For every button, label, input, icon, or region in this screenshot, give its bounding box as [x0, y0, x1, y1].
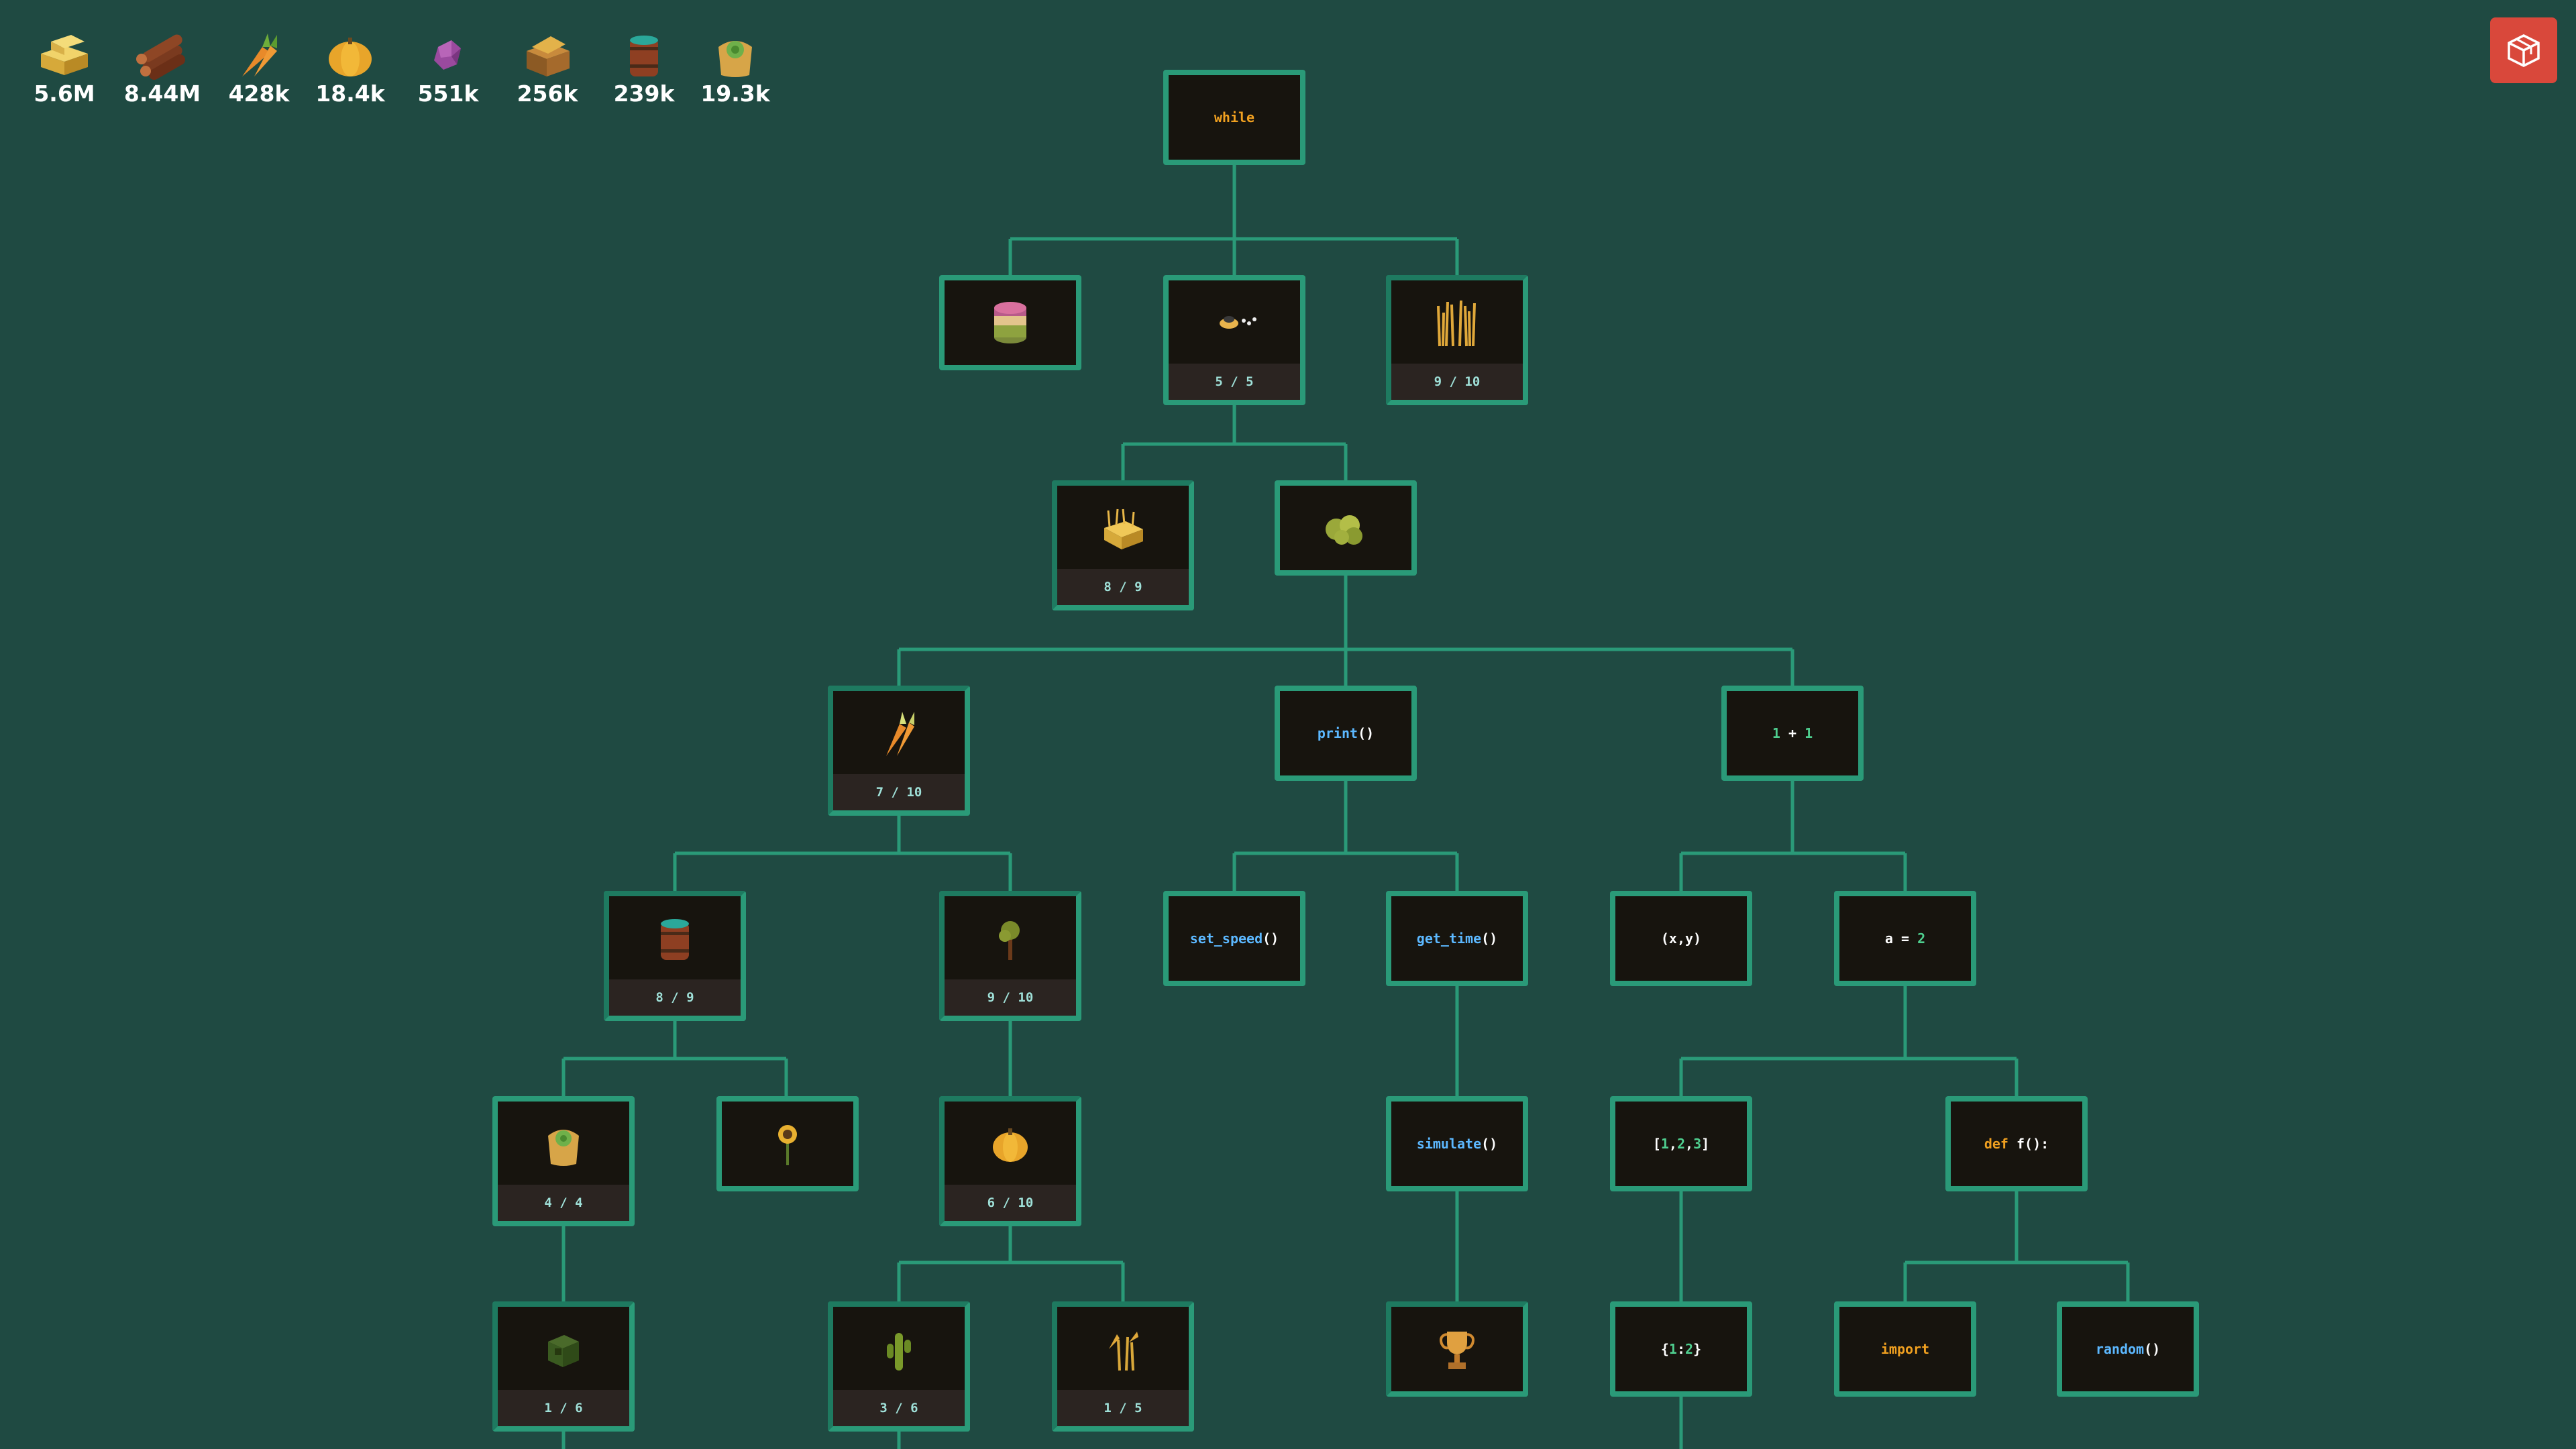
node-unlock-polyculture[interactable]: 1 / 5	[1052, 1301, 1194, 1432]
node-lists[interactable]: [1, 2, 3]	[1610, 1096, 1752, 1191]
layered-cake-icon	[994, 302, 1026, 343]
node-unlock-sunflowers[interactable]	[716, 1096, 859, 1191]
node-unlock-expand[interactable]: 1 / 6	[492, 1301, 635, 1432]
node-unlock-cactus[interactable]: 3 / 6	[828, 1301, 970, 1432]
node-dicts-n1: 1	[1668, 1341, 1677, 1357]
node-get-time-paren: ()	[1481, 930, 1498, 947]
node-get-time-fn: get_time	[1416, 930, 1482, 947]
grass-icon	[1437, 300, 1476, 347]
node-unlock-sunflower-stack[interactable]	[939, 275, 1081, 370]
node-unlock-pumpkins[interactable]: 6 / 10	[939, 1096, 1081, 1226]
node-functions-name: f():	[2017, 1136, 2049, 1152]
node-while[interactable]: while	[1163, 70, 1305, 165]
trophy-icon	[1440, 1332, 1474, 1369]
node-get-time[interactable]: get_time()	[1386, 891, 1528, 986]
upgrade-count: 9 / 10	[1391, 364, 1523, 400]
node-lists-n1: 1	[1660, 1136, 1669, 1152]
upgrade-count: 8 / 9	[1057, 569, 1189, 605]
upgrade-count: 6 / 10	[945, 1185, 1076, 1221]
node-unlock-hay[interactable]: 8 / 9	[1052, 480, 1194, 610]
node-lists-n2: 2	[1676, 1136, 1686, 1152]
node-unlock-speed[interactable]: 5 / 5	[1163, 275, 1305, 405]
node-operators[interactable]: 1 + 1	[1721, 686, 1864, 781]
node-print[interactable]: print()	[1275, 686, 1417, 781]
node-set-speed-paren: ()	[1263, 930, 1279, 947]
node-dicts[interactable]: {1:2}	[1610, 1301, 1752, 1397]
node-import[interactable]: import	[1834, 1301, 1976, 1397]
node-lists-close: ]	[1701, 1136, 1710, 1152]
sunflower-icon	[778, 1125, 797, 1165]
node-dicts-open: {	[1660, 1341, 1669, 1357]
polyculture-icon	[1109, 1332, 1138, 1371]
bush-icon	[1326, 515, 1362, 545]
upgrade-count: 8 / 9	[609, 979, 741, 1016]
node-simulate-paren: ()	[1481, 1136, 1498, 1152]
node-unlock-leaderboard[interactable]	[1386, 1301, 1528, 1397]
node-simulate[interactable]: simulate()	[1386, 1096, 1528, 1191]
node-unlock-grass[interactable]: 9 / 10	[1386, 275, 1528, 405]
node-operators-a: 1	[1772, 725, 1780, 741]
hay-bale-icon	[1104, 508, 1143, 549]
upgrade-count: 7 / 10	[833, 774, 965, 810]
upgrade-count: 3 / 6	[833, 1390, 965, 1426]
expand-crate-icon	[548, 1335, 579, 1367]
upgrade-count: 1 / 5	[1057, 1390, 1189, 1426]
node-random[interactable]: random()	[2057, 1301, 2199, 1397]
node-dicts-n2: 2	[1685, 1341, 1694, 1357]
node-functions-kw: def	[1984, 1136, 2017, 1152]
tree-icon	[999, 921, 1020, 960]
node-operators-b: 1	[1805, 725, 1813, 741]
upgrade-count: 5 / 5	[1169, 364, 1300, 400]
node-tuple-label: (x,y)	[1660, 930, 1702, 947]
node-tuple[interactable]: (x,y)	[1610, 891, 1752, 986]
node-simulate-fn: simulate	[1416, 1136, 1482, 1152]
pumpkin-icon	[993, 1128, 1028, 1162]
cactus-icon	[887, 1333, 911, 1371]
node-operators-op: +	[1780, 725, 1805, 741]
node-variables[interactable]: a = 2	[1834, 891, 1976, 986]
node-unlock-trees[interactable]: 9 / 10	[939, 891, 1081, 1021]
node-set-speed[interactable]: set_speed()	[1163, 891, 1305, 986]
node-variables-rhs: 2	[1917, 930, 1926, 947]
node-unlock-fertilizer[interactable]: 4 / 4	[492, 1096, 635, 1226]
upgrade-count: 4 / 4	[498, 1185, 629, 1221]
node-random-fn: random	[2095, 1341, 2145, 1357]
node-set-speed-fn: set_speed	[1189, 930, 1263, 947]
node-unlock-carrots[interactable]: 7 / 10	[828, 686, 970, 816]
node-import-kw: import	[1880, 1341, 1930, 1357]
node-variables-lhs: a =	[1884, 930, 1918, 947]
fertilizer-sack-icon	[548, 1130, 579, 1166]
node-dicts-colon: :	[1676, 1341, 1686, 1357]
node-random-paren: ()	[2144, 1341, 2161, 1357]
node-lists-c2: ,	[1685, 1136, 1694, 1152]
node-print-paren: ()	[1358, 725, 1375, 741]
node-dicts-close: }	[1693, 1341, 1702, 1357]
node-lists-open: [	[1652, 1136, 1661, 1152]
upgrade-count: 9 / 10	[945, 979, 1076, 1016]
node-while-label: while	[1214, 109, 1255, 125]
node-functions[interactable]: def f():	[1945, 1096, 2088, 1191]
node-lists-c1: ,	[1668, 1136, 1677, 1152]
node-lists-n3: 3	[1693, 1136, 1702, 1152]
node-unlock-watering[interactable]: 8 / 9	[604, 891, 746, 1021]
carrot-icon	[886, 712, 914, 756]
upgrade-count: 1 / 6	[498, 1390, 629, 1426]
drone-icon	[1220, 316, 1256, 329]
node-unlock-bushes[interactable]	[1275, 480, 1417, 576]
water-barrel-icon	[661, 919, 689, 960]
node-print-fn: print	[1317, 725, 1358, 741]
